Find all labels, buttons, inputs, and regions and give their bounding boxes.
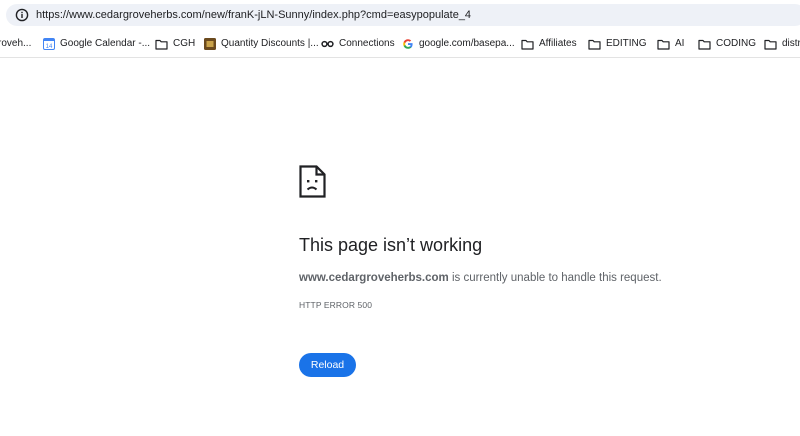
google-icon <box>403 39 413 49</box>
bookmark-item[interactable]: google.com/basepa... <box>402 36 515 52</box>
folder-icon <box>588 39 601 50</box>
calendar-icon: 14 <box>43 38 55 50</box>
error-code: HTTP ERROR 500 <box>299 300 373 310</box>
omnibox[interactable]: https://www.cedargroveherbs.com/new/fran… <box>6 4 800 26</box>
bookmark-label: roveh... <box>0 38 32 49</box>
bookmark-item[interactable]: Connections <box>321 36 395 52</box>
bookmark-label: Quantity Discounts |... <box>221 38 319 49</box>
error-host: www.cedargroveherbs.com <box>299 272 449 284</box>
url-text[interactable]: https://www.cedargroveherbs.com/new/fran… <box>36 8 471 22</box>
bookmark-label: Google Calendar -... <box>60 38 151 49</box>
bookmark-label: AI <box>675 38 685 49</box>
bookmark-item[interactable]: distr <box>764 36 800 52</box>
folder-icon <box>657 39 670 50</box>
bookmark-item[interactable]: CGH <box>155 36 195 52</box>
folder-icon <box>764 39 777 50</box>
bookmark-label: EDITING <box>606 38 647 49</box>
bookmark-label: CODING <box>716 38 756 49</box>
bookmark-label: google.com/basepa... <box>419 38 515 49</box>
folder-icon <box>521 39 534 50</box>
folder-icon <box>698 39 711 50</box>
svg-text:14: 14 <box>46 44 53 50</box>
bookmark-item[interactable]: roveh... <box>0 36 31 52</box>
info-icon[interactable] <box>15 8 29 22</box>
bookmark-label: CGH <box>173 38 196 49</box>
link-icon <box>321 40 334 48</box>
bookmark-label: Affiliates <box>539 38 577 49</box>
bookmark-item[interactable]: AI <box>657 36 684 52</box>
error-title: This page isn’t working <box>299 235 483 255</box>
site-icon <box>204 38 216 50</box>
bookmark-item[interactable]: 14 Google Calendar -... <box>43 36 150 52</box>
bookmark-item[interactable]: Affiliates <box>521 36 577 52</box>
bookmark-item[interactable]: EDITING <box>588 36 647 52</box>
bookmarks-bar: roveh... 14 Google Calendar -... CGH Qua… <box>0 30 800 58</box>
error-description: www.cedargroveherbs.com is currently una… <box>299 271 662 285</box>
folder-icon <box>155 39 168 50</box>
bookmark-label: Connections <box>339 38 395 49</box>
error-description-text: is currently unable to handle this reque… <box>448 272 662 284</box>
bookmark-item[interactable]: CODING <box>698 36 756 52</box>
bookmark-label: distr <box>782 38 800 49</box>
reload-button[interactable]: Reload <box>299 353 356 377</box>
sad-page-icon <box>299 165 326 198</box>
address-bar: https://www.cedargroveherbs.com/new/fran… <box>0 0 800 30</box>
bookmark-item[interactable]: Quantity Discounts |... <box>204 36 319 52</box>
